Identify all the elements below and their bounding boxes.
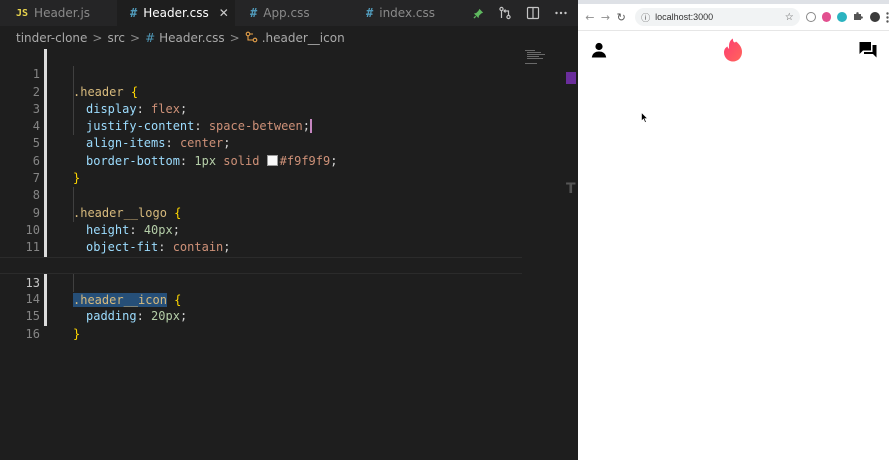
- code-line: 5 border-bottom: 1px solid #f9f9f9;: [0, 118, 522, 167]
- indent-guide: [73, 274, 74, 292]
- address-bar[interactable]: ⓘ localhost:3000 ☆: [635, 8, 800, 26]
- code-line: 4 align-items: center;: [0, 101, 522, 150]
- breadcrumb-item[interactable]: Header.css: [159, 31, 225, 45]
- javascript-file-icon: JS: [16, 7, 29, 19]
- css-file-icon: #: [250, 6, 258, 20]
- css-file-icon: #: [130, 6, 138, 20]
- browser-window: ← → ↻ ⓘ localhost:3000 ☆: [578, 0, 889, 460]
- code-line: 14 padding: 20px;: [0, 274, 522, 323]
- reload-icon[interactable]: ↻: [613, 11, 629, 24]
- profile-avatar[interactable]: [870, 12, 880, 22]
- editor-actions: [473, 0, 568, 26]
- breadcrumb-separator: >: [229, 31, 240, 45]
- line-number: 16: [25, 326, 40, 341]
- site-info-icon[interactable]: ⓘ: [641, 11, 650, 24]
- code-editor: JS Header.js # Header.css ✕ # App.css # …: [0, 0, 578, 460]
- browser-toolbar: ← → ↻ ⓘ localhost:3000 ☆: [578, 4, 889, 31]
- breadcrumb-item[interactable]: tinder-clone: [16, 31, 87, 45]
- extension-icon[interactable]: [837, 12, 848, 22]
- code-line: 8 .header__logo {: [0, 170, 522, 219]
- editor-tab-bar: JS Header.js # Header.css ✕ # App.css # …: [0, 0, 578, 26]
- breadcrumb: tinder-clone > src > # Header.css > .hea…: [0, 28, 594, 48]
- extension-icon[interactable]: [805, 12, 816, 22]
- css-file-icon: #: [366, 6, 374, 20]
- more-actions-icon[interactable]: [554, 6, 568, 20]
- tab-header-js[interactable]: JS Header.js: [0, 0, 112, 26]
- puzzle-icon[interactable]: [853, 11, 864, 24]
- code-line: 6 }: [0, 135, 522, 185]
- breadcrumb-separator: >: [130, 31, 141, 45]
- pin-icon[interactable]: [473, 8, 484, 19]
- mouse-pointer-icon: [641, 108, 649, 127]
- breadcrumb-separator: >: [92, 31, 103, 45]
- code-area[interactable]: 1 .header { 2 display: flex; 3 justify-c…: [0, 49, 522, 341]
- split-editor-icon[interactable]: [526, 6, 540, 20]
- tab-label: Header.js: [34, 6, 91, 20]
- breadcrumb-item[interactable]: .header__icon: [262, 31, 345, 45]
- code-line: 3 justify-content: space-between;: [0, 84, 522, 134]
- code-line: 10 object-fit: contain;: [0, 205, 522, 254]
- forward-icon[interactable]: →: [598, 11, 614, 24]
- code-line: 12: [0, 239, 522, 272]
- code-line: 16: [0, 308, 522, 341]
- code-line: 11 }: [0, 222, 522, 271]
- brace: }: [73, 326, 81, 341]
- minimap[interactable]: [522, 49, 564, 89]
- back-icon[interactable]: ←: [582, 11, 598, 24]
- css-selector-icon: [245, 31, 258, 46]
- tab-header-css[interactable]: # Header.css ✕: [117, 0, 235, 26]
- tab-label: index.css: [379, 6, 435, 20]
- scrollbar-marker[interactable]: [566, 72, 576, 84]
- code-line: 2 display: flex;: [0, 66, 522, 116]
- bookmark-star-icon[interactable]: ☆: [785, 12, 794, 23]
- tab-label: Header.css: [143, 6, 209, 20]
- indent-guide: [73, 66, 74, 135]
- overlay-text: T: [566, 181, 576, 197]
- close-tab-icon[interactable]: ✕: [219, 6, 229, 20]
- tinder-logo-icon: [723, 38, 743, 66]
- code-line: 9 height: 40px;: [0, 187, 522, 237]
- extension-icon[interactable]: [821, 12, 832, 22]
- forum-icon[interactable]: [859, 41, 877, 62]
- css-file-icon: #: [145, 31, 156, 45]
- tab-app-css[interactable]: # App.css: [236, 0, 350, 26]
- url-text[interactable]: localhost:3000: [655, 12, 713, 22]
- code-line: 7: [0, 153, 522, 185]
- code-line: 15 }: [0, 291, 522, 340]
- tab-index-css[interactable]: # index.css: [351, 0, 446, 26]
- code-line-current: 13 .header__icon {: [0, 256, 522, 308]
- indent-guide: [73, 187, 74, 222]
- person-icon[interactable]: [591, 42, 607, 62]
- app-header: [578, 34, 889, 70]
- open-changes-icon[interactable]: [498, 6, 512, 20]
- tab-label: App.css: [263, 6, 310, 20]
- code-line: 1 .header {: [0, 49, 522, 98]
- breadcrumb-item[interactable]: src: [107, 31, 125, 45]
